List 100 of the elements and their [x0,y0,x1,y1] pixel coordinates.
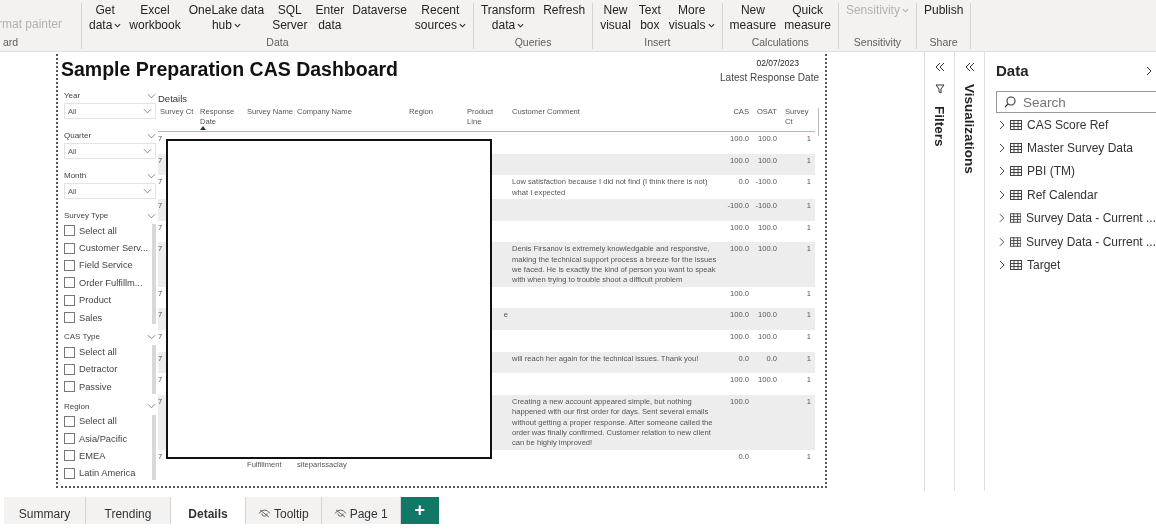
chevron-right-icon [999,213,1005,224]
chevron-down-icon[interactable] [147,212,156,219]
ribbon-button[interactable]: Excel workbook [125,3,185,33]
pane-label[interactable]: Filters [932,106,947,147]
chevron-down-icon [517,23,525,29]
ribbon-group-label: Queries [514,36,552,49]
option-label: Select all [79,416,117,427]
table-title: Details [158,93,189,104]
ribbon-button[interactable]: Publish [919,3,968,18]
table-icon [1010,143,1022,154]
option-label: EMEA [79,451,106,461]
date-label: Latest Response Date [720,72,819,83]
chevron-right-icon[interactable] [1146,65,1152,76]
table-list-item[interactable]: Survey Data - Current ... [996,206,1156,230]
checkbox[interactable] [64,450,75,462]
checkbox[interactable] [64,225,75,237]
ribbon-button[interactable]: Text box [634,3,665,33]
ribbon-group-label: Insert [644,36,671,49]
option-label: Select all [79,347,117,358]
page-tab[interactable]: Tooltip [246,497,322,524]
hidden-eye-icon [333,509,347,518]
collapse-icon[interactable] [963,62,976,72]
chevron-right-icon [999,189,1005,200]
page-tab[interactable]: Summary [4,497,86,524]
ribbon-button[interactable]: OneLake data hub [184,3,269,33]
ribbon-group-label: Sensitivity [853,36,902,49]
scrollbar[interactable] [152,224,156,325]
option-label: Asia/Pacific [79,433,128,444]
hidden-eye-icon [258,509,271,518]
slicer-title: Quarter [64,131,92,140]
table-icon [1009,236,1021,247]
option-label: Product [79,295,112,306]
slicer-title: CAS Type [64,332,100,342]
chevron-down-icon[interactable] [147,403,156,409]
checkbox[interactable] [64,433,75,445]
checkbox[interactable] [64,467,75,479]
date-value: 02/07/2023 [756,58,800,68]
slicer-title: Month [64,171,87,180]
chevron-down-icon [114,23,122,29]
pane-title: Data [996,62,1029,79]
chevron-down-icon[interactable] [147,333,156,340]
table-list-item[interactable]: PBI (TM) [996,159,1156,184]
checkbox[interactable] [64,242,75,254]
search-field[interactable]: Search [996,91,1156,113]
pane-label[interactable]: Visualizations [962,84,977,174]
ribbon-group-label: Share [929,36,958,49]
table-list-item[interactable]: Master Survey Data [996,136,1156,160]
chevron-right-icon [999,143,1005,154]
scrollbar[interactable] [152,414,156,481]
ribbon-button[interactable]: Enter data [311,3,349,33]
chevron-down-icon [233,23,241,29]
collapse-icon[interactable] [933,62,946,72]
slicer-title: Survey Type [64,211,109,220]
ribbon-button[interactable]: Transform data [476,3,540,33]
sort-ascending-icon [200,126,206,130]
ribbon-button[interactable]: Dataverse [348,3,411,18]
table-icon [1010,119,1022,130]
slicer-title: Region [64,401,90,411]
ribbon-button[interactable]: Refresh [539,3,590,18]
table-list-item[interactable]: Target [996,253,1156,277]
table-list-item[interactable]: CAS Score Ref [996,113,1156,137]
ribbon-button[interactable]: New visual [596,3,635,33]
page-tab[interactable]: Trending [86,497,171,524]
table-icon [1010,166,1022,177]
chevron-right-icon [999,260,1005,271]
checkbox[interactable] [64,381,75,393]
ribbon-button[interactable]: SQL Server [268,3,312,33]
checkbox[interactable] [64,363,75,375]
report-title: Sample Preparation CAS Dashboard [61,58,398,82]
ribbon-button[interactable]: More visuals [664,3,719,33]
option-label: Customer Serv... [79,243,149,254]
table-list-item[interactable]: Ref Calendar [996,183,1156,207]
chevron-right-icon [999,166,1005,177]
option-label: Passive [79,381,112,392]
option-label: Order Fulfillm... [79,277,143,288]
chevron-right-icon [999,119,1005,130]
table-icon [1009,213,1021,224]
table-icon [1010,189,1022,200]
ribbon-button[interactable]: Quick measure [780,3,835,33]
ribbon-group-label: Calculations [751,36,809,49]
option-label: Detractor [79,364,118,375]
slicer-title: Year [64,91,81,100]
checkbox[interactable] [64,415,75,427]
page-tab[interactable]: Page 1 [321,497,401,524]
checkbox[interactable] [64,259,75,271]
scrollbar[interactable] [818,108,819,136]
table-list-item[interactable]: Survey Data - Current ... [996,229,1156,254]
ribbon-button[interactable]: New measure [725,3,781,33]
option-label: Select all [79,225,117,236]
chevron-down-icon [901,8,909,14]
checkbox[interactable] [64,346,75,358]
checkbox[interactable] [64,312,75,324]
ribbon-button[interactable]: Recent sources [410,3,470,33]
scrollbar[interactable] [152,345,156,394]
filter-icon [934,84,945,94]
ribbon-button[interactable]: Get data [85,3,126,33]
checkbox[interactable] [64,277,75,289]
checkbox[interactable] [64,294,75,306]
add-page-button[interactable]: + [400,497,439,524]
table-icon [1010,260,1022,271]
